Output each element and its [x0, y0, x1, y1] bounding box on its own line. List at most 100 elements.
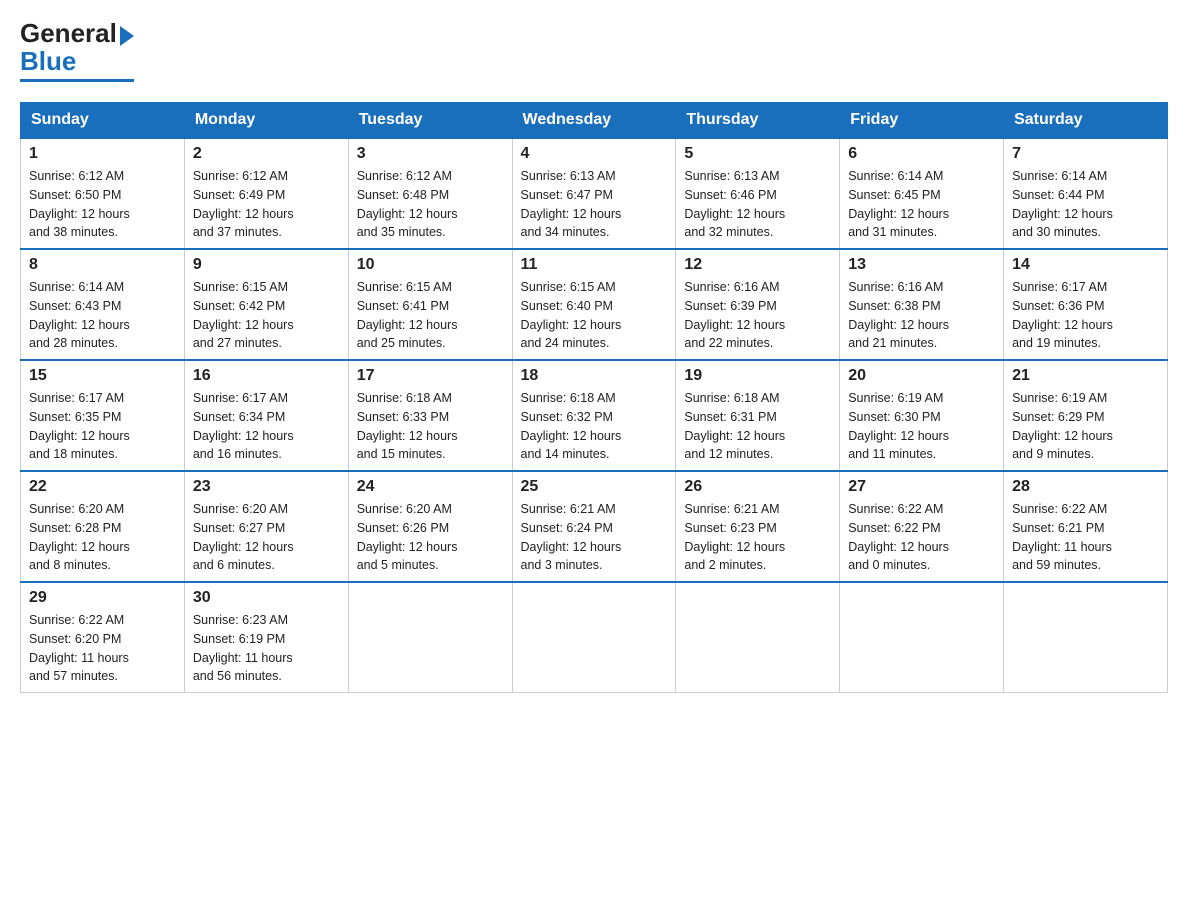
- calendar-cell: 9 Sunrise: 6:15 AMSunset: 6:42 PMDaylight…: [184, 249, 348, 360]
- day-info: Sunrise: 6:19 AMSunset: 6:29 PMDaylight:…: [1012, 389, 1159, 464]
- day-number: 24: [357, 478, 504, 496]
- day-number: 7: [1012, 145, 1159, 163]
- page-header: General Blue: [20, 20, 1168, 82]
- day-number: 10: [357, 256, 504, 274]
- calendar-week-3: 15 Sunrise: 6:17 AMSunset: 6:35 PMDayligh…: [21, 360, 1168, 471]
- day-number: 2: [193, 145, 340, 163]
- day-info: Sunrise: 6:19 AMSunset: 6:30 PMDaylight:…: [848, 389, 995, 464]
- calendar-cell: 21 Sunrise: 6:19 AMSunset: 6:29 PMDayligh…: [1004, 360, 1168, 471]
- day-info: Sunrise: 6:17 AMSunset: 6:35 PMDaylight:…: [29, 389, 176, 464]
- day-number: 12: [684, 256, 831, 274]
- logo-blue-word: Blue: [20, 46, 76, 77]
- day-info: Sunrise: 6:14 AMSunset: 6:45 PMDaylight:…: [848, 167, 995, 242]
- day-info: Sunrise: 6:16 AMSunset: 6:38 PMDaylight:…: [848, 278, 995, 353]
- day-info: Sunrise: 6:21 AMSunset: 6:23 PMDaylight:…: [684, 500, 831, 575]
- calendar-cell: 1Sunrise: 6:12 AMSunset: 6:50 PMDaylight…: [21, 138, 185, 249]
- header-cell-thursday: Thursday: [676, 103, 840, 139]
- day-info: Sunrise: 6:17 AMSunset: 6:36 PMDaylight:…: [1012, 278, 1159, 353]
- day-number: 11: [521, 256, 668, 274]
- day-info: Sunrise: 6:13 AMSunset: 6:47 PMDaylight:…: [521, 167, 668, 242]
- day-number: 26: [684, 478, 831, 496]
- day-info: Sunrise: 6:13 AMSunset: 6:46 PMDaylight:…: [684, 167, 831, 242]
- day-info: Sunrise: 6:18 AMSunset: 6:32 PMDaylight:…: [521, 389, 668, 464]
- day-number: 22: [29, 478, 176, 496]
- header-row: SundayMondayTuesdayWednesdayThursdayFrid…: [21, 103, 1168, 139]
- calendar-cell: 25 Sunrise: 6:21 AMSunset: 6:24 PMDayligh…: [512, 471, 676, 582]
- logo: General Blue: [20, 20, 134, 82]
- calendar-cell: 18Sunrise: 6:18 AMSunset: 6:32 PMDayligh…: [512, 360, 676, 471]
- day-info: Sunrise: 6:18 AMSunset: 6:33 PMDaylight:…: [357, 389, 504, 464]
- calendar-week-4: 22 Sunrise: 6:20 AMSunset: 6:28 PMDayligh…: [21, 471, 1168, 582]
- day-info: Sunrise: 6:14 AMSunset: 6:44 PMDaylight:…: [1012, 167, 1159, 242]
- day-info: Sunrise: 6:22 AMSunset: 6:22 PMDaylight:…: [848, 500, 995, 575]
- day-info: Sunrise: 6:17 AMSunset: 6:34 PMDaylight:…: [193, 389, 340, 464]
- calendar-week-5: 29 Sunrise: 6:22 AMSunset: 6:20 PMDayligh…: [21, 582, 1168, 693]
- calendar-cell: 8Sunrise: 6:14 AMSunset: 6:43 PMDaylight…: [21, 249, 185, 360]
- day-info: Sunrise: 6:15 AMSunset: 6:41 PMDaylight:…: [357, 278, 504, 353]
- day-info: Sunrise: 6:22 AMSunset: 6:21 PMDaylight:…: [1012, 500, 1159, 575]
- day-number: 29: [29, 589, 176, 607]
- day-info: Sunrise: 6:21 AMSunset: 6:24 PMDaylight:…: [521, 500, 668, 575]
- calendar-cell: 5 Sunrise: 6:13 AMSunset: 6:46 PMDaylight…: [676, 138, 840, 249]
- day-number: 16: [193, 367, 340, 385]
- calendar-cell: 4 Sunrise: 6:13 AMSunset: 6:47 PMDaylight…: [512, 138, 676, 249]
- calendar-cell: 14 Sunrise: 6:17 AMSunset: 6:36 PMDayligh…: [1004, 249, 1168, 360]
- calendar-cell: 3 Sunrise: 6:12 AMSunset: 6:48 PMDaylight…: [348, 138, 512, 249]
- calendar-cell: 13 Sunrise: 6:16 AMSunset: 6:38 PMDayligh…: [840, 249, 1004, 360]
- day-info: Sunrise: 6:20 AMSunset: 6:27 PMDaylight:…: [193, 500, 340, 575]
- header-cell-tuesday: Tuesday: [348, 103, 512, 139]
- calendar-cell: 22 Sunrise: 6:20 AMSunset: 6:28 PMDayligh…: [21, 471, 185, 582]
- day-number: 28: [1012, 478, 1159, 496]
- header-cell-friday: Friday: [840, 103, 1004, 139]
- day-number: 9: [193, 256, 340, 274]
- calendar-cell: [1004, 582, 1168, 693]
- calendar-cell: 27 Sunrise: 6:22 AMSunset: 6:22 PMDayligh…: [840, 471, 1004, 582]
- day-info: Sunrise: 6:12 AMSunset: 6:49 PMDaylight:…: [193, 167, 340, 242]
- day-number: 1: [29, 145, 176, 163]
- day-info: Sunrise: 6:23 AMSunset: 6:19 PMDaylight:…: [193, 611, 340, 686]
- day-number: 23: [193, 478, 340, 496]
- calendar-cell: 7 Sunrise: 6:14 AMSunset: 6:44 PMDaylight…: [1004, 138, 1168, 249]
- calendar-cell: [676, 582, 840, 693]
- day-info: Sunrise: 6:20 AMSunset: 6:26 PMDaylight:…: [357, 500, 504, 575]
- day-info: Sunrise: 6:12 AMSunset: 6:48 PMDaylight:…: [357, 167, 504, 242]
- calendar-cell: 29 Sunrise: 6:22 AMSunset: 6:20 PMDayligh…: [21, 582, 185, 693]
- day-number: 17: [357, 367, 504, 385]
- calendar-table: SundayMondayTuesdayWednesdayThursdayFrid…: [20, 102, 1168, 693]
- day-number: 13: [848, 256, 995, 274]
- day-info: Sunrise: 6:15 AMSunset: 6:42 PMDaylight:…: [193, 278, 340, 353]
- day-number: 5: [684, 145, 831, 163]
- calendar-cell: 28 Sunrise: 6:22 AMSunset: 6:21 PMDayligh…: [1004, 471, 1168, 582]
- day-info: Sunrise: 6:22 AMSunset: 6:20 PMDaylight:…: [29, 611, 176, 686]
- calendar-cell: 11 Sunrise: 6:15 AMSunset: 6:40 PMDayligh…: [512, 249, 676, 360]
- day-number: 3: [357, 145, 504, 163]
- day-number: 8: [29, 256, 176, 274]
- calendar-cell: 10 Sunrise: 6:15 AMSunset: 6:41 PMDayligh…: [348, 249, 512, 360]
- calendar-cell: 23 Sunrise: 6:20 AMSunset: 6:27 PMDayligh…: [184, 471, 348, 582]
- day-info: Sunrise: 6:20 AMSunset: 6:28 PMDaylight:…: [29, 500, 176, 575]
- calendar-cell: 15 Sunrise: 6:17 AMSunset: 6:35 PMDayligh…: [21, 360, 185, 471]
- day-number: 30: [193, 589, 340, 607]
- day-number: 25: [521, 478, 668, 496]
- calendar-cell: 30 Sunrise: 6:23 AMSunset: 6:19 PMDayligh…: [184, 582, 348, 693]
- calendar-header: SundayMondayTuesdayWednesdayThursdayFrid…: [21, 103, 1168, 139]
- header-cell-monday: Monday: [184, 103, 348, 139]
- day-number: 15: [29, 367, 176, 385]
- day-number: 4: [521, 145, 668, 163]
- logo-arrow-icon: [120, 26, 134, 46]
- day-number: 21: [1012, 367, 1159, 385]
- calendar-cell: [512, 582, 676, 693]
- day-number: 14: [1012, 256, 1159, 274]
- calendar-week-2: 8Sunrise: 6:14 AMSunset: 6:43 PMDaylight…: [21, 249, 1168, 360]
- header-cell-sunday: Sunday: [21, 103, 185, 139]
- day-number: 19: [684, 367, 831, 385]
- day-number: 20: [848, 367, 995, 385]
- calendar-cell: 12 Sunrise: 6:16 AMSunset: 6:39 PMDayligh…: [676, 249, 840, 360]
- calendar-body: 1Sunrise: 6:12 AMSunset: 6:50 PMDaylight…: [21, 138, 1168, 693]
- calendar-cell: 6 Sunrise: 6:14 AMSunset: 6:45 PMDaylight…: [840, 138, 1004, 249]
- day-number: 27: [848, 478, 995, 496]
- day-info: Sunrise: 6:16 AMSunset: 6:39 PMDaylight:…: [684, 278, 831, 353]
- day-number: 6: [848, 145, 995, 163]
- logo-underline: [20, 79, 134, 82]
- day-info: Sunrise: 6:15 AMSunset: 6:40 PMDaylight:…: [521, 278, 668, 353]
